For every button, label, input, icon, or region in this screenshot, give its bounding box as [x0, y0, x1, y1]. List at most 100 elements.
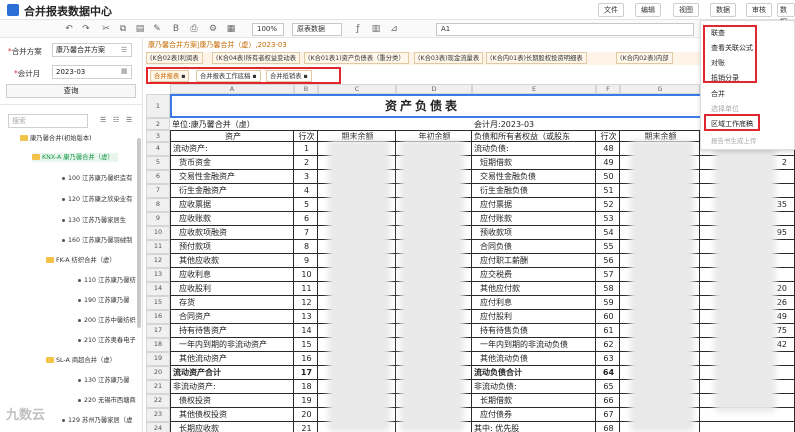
menu-file[interactable]: 文件: [598, 3, 624, 17]
header-assets[interactable]: 资产: [170, 130, 294, 142]
menu-item-select-unit[interactable]: 选择单位: [711, 104, 739, 114]
table-cell[interactable]: 60: [596, 310, 620, 324]
col-header-f[interactable]: F: [596, 84, 620, 94]
table-cell[interactable]: 其他债权投资: [170, 408, 294, 422]
menu-item-region-working-paper[interactable]: 区域工作底稿: [711, 119, 753, 129]
unit-label[interactable]: 单位:康乃馨合并（虚）: [172, 119, 255, 130]
row-header[interactable]: 21: [146, 380, 170, 394]
filter-icon[interactable]: ⊿: [388, 23, 400, 35]
row-header[interactable]: 16: [146, 310, 170, 324]
grid-icon[interactable]: ▦: [225, 23, 237, 35]
tree-node[interactable]: 210 江苏奥春电子: [78, 336, 136, 345]
row-header[interactable]: 8: [146, 198, 170, 212]
table-cell[interactable]: 应付债券: [472, 408, 596, 422]
row-header[interactable]: 2: [146, 118, 170, 130]
table-cell[interactable]: 52: [596, 198, 620, 212]
table-cell[interactable]: 其他应付款: [472, 282, 596, 296]
calendar-icon[interactable]: ▦: [121, 67, 128, 75]
table-cell[interactable]: 2: [294, 156, 318, 170]
tree-search-input[interactable]: 搜索: [8, 114, 88, 128]
table-cell[interactable]: 一年内到期的非流动资产: [170, 338, 294, 352]
collapse-all-icon[interactable]: ☷: [113, 116, 119, 124]
row-header[interactable]: 15: [146, 296, 170, 310]
table-cell[interactable]: 15: [294, 338, 318, 352]
left-scrollbar[interactable]: [137, 138, 141, 328]
tree-node[interactable]: 220 无锡市西塘商: [78, 396, 136, 405]
row-header[interactable]: 17: [146, 324, 170, 338]
table-cell[interactable]: 20: [294, 408, 318, 422]
query-button[interactable]: 查询: [6, 84, 136, 98]
table-cell[interactable]: 短期借款: [472, 156, 596, 170]
copy-icon[interactable]: ⧉: [117, 23, 129, 35]
format-painter-icon[interactable]: ✎: [151, 23, 163, 35]
table-cell[interactable]: 其他流动资产: [170, 352, 294, 366]
table-cell[interactable]: 长期应收款: [170, 422, 294, 432]
row-header[interactable]: 9: [146, 212, 170, 226]
table-cell[interactable]: 其中: 优先股: [472, 422, 596, 432]
table-cell[interactable]: 应收款项融资: [170, 226, 294, 240]
bold-icon[interactable]: B: [170, 23, 182, 35]
table-cell[interactable]: 16: [294, 352, 318, 366]
tree-node[interactable]: 120 江苏康之欣染业有: [62, 195, 132, 204]
row-header[interactable]: 10: [146, 226, 170, 240]
row-header[interactable]: 23: [146, 408, 170, 422]
table-cell[interactable]: 货币资金: [170, 156, 294, 170]
row-header[interactable]: 5: [146, 156, 170, 170]
table-cell[interactable]: 51: [596, 184, 620, 198]
table-cell[interactable]: 17: [294, 366, 318, 380]
table-cell[interactable]: 应付利息: [472, 296, 596, 310]
table-cell[interactable]: 64: [596, 366, 620, 380]
col-header-d[interactable]: D: [396, 84, 472, 94]
menu-item-view-formula[interactable]: 查看关联公式: [711, 43, 753, 53]
menu-item-report-upload[interactable]: 报告书生成上传: [711, 135, 757, 145]
menu-data-2[interactable]: 数据: [777, 3, 795, 26]
cut-icon[interactable]: ✂: [100, 23, 112, 35]
tab-equity-investment[interactable]: (K合内01表)长期股权投资明细表: [486, 52, 587, 64]
table-cell[interactable]: 预付款项: [170, 240, 294, 254]
row-header[interactable]: 12: [146, 254, 170, 268]
table-cell[interactable]: 9: [294, 254, 318, 268]
table-cell[interactable]: 18: [294, 380, 318, 394]
zoom-select[interactable]: 100%: [252, 23, 284, 36]
header-liabilities[interactable]: 负债和所有者权益（或股东: [472, 130, 596, 142]
table-cell[interactable]: 48: [596, 142, 620, 156]
row-header[interactable]: 7: [146, 184, 170, 198]
tree-node[interactable]: 200 江苏中馨纺织: [78, 316, 136, 325]
tab-consolidated-report[interactable]: 合并报表 ▪: [150, 70, 190, 82]
table-cell[interactable]: 应交税费: [472, 268, 596, 282]
undo-icon[interactable]: ↶: [63, 23, 75, 35]
table-cell[interactable]: 14: [294, 324, 318, 338]
table-cell[interactable]: 衍生金融资产: [170, 184, 294, 198]
table-cell[interactable]: 债权投资: [170, 394, 294, 408]
row-header[interactable]: 6: [146, 170, 170, 184]
table-cell[interactable]: 7: [294, 226, 318, 240]
menu-item-drilldown[interactable]: 联查: [711, 28, 725, 38]
table-cell[interactable]: 62: [596, 338, 620, 352]
table-cell[interactable]: 应付账款: [472, 212, 596, 226]
table-cell[interactable]: 流动资产合计: [170, 366, 294, 380]
table-cell[interactable]: 50: [596, 170, 620, 184]
tree-node[interactable]: 190 江苏康乃馨: [78, 296, 130, 305]
tree-node-root[interactable]: 康乃馨合并(初始版本): [20, 134, 92, 143]
col-header-a[interactable]: A: [170, 84, 294, 94]
tree-node-selected[interactable]: KNX-A 康乃馨合并（虚）: [32, 153, 118, 162]
table-cell[interactable]: 其他应收款: [170, 254, 294, 268]
table-cell[interactable]: 持有待售负债: [472, 324, 596, 338]
table-cell[interactable]: 应收股利: [170, 282, 294, 296]
table-cell[interactable]: 54: [596, 226, 620, 240]
tree-node-group[interactable]: FK-A 纺织合并（虚）: [46, 256, 116, 265]
table-cell[interactable]: 67: [596, 408, 620, 422]
table-cell[interactable]: 合同资产: [170, 310, 294, 324]
table-cell[interactable]: 衍生金融负债: [472, 184, 596, 198]
tab-balance-sheet-reclass[interactable]: (K合01表1)资产负债表（重分类）: [304, 52, 409, 64]
table-cell[interactable]: 流动资产:: [170, 142, 294, 156]
table-cell[interactable]: 63: [596, 352, 620, 366]
chart-icon[interactable]: ▥: [370, 23, 382, 35]
print-icon[interactable]: ⎙: [188, 23, 200, 35]
view-select[interactable]: 原表数据: [292, 23, 342, 36]
table-cell[interactable]: [700, 422, 795, 432]
table-cell[interactable]: 4: [294, 184, 318, 198]
menu-item-reconcile[interactable]: 对账: [711, 58, 725, 68]
table-cell[interactable]: 10: [294, 268, 318, 282]
table-cell[interactable]: 非流动资产:: [170, 380, 294, 394]
